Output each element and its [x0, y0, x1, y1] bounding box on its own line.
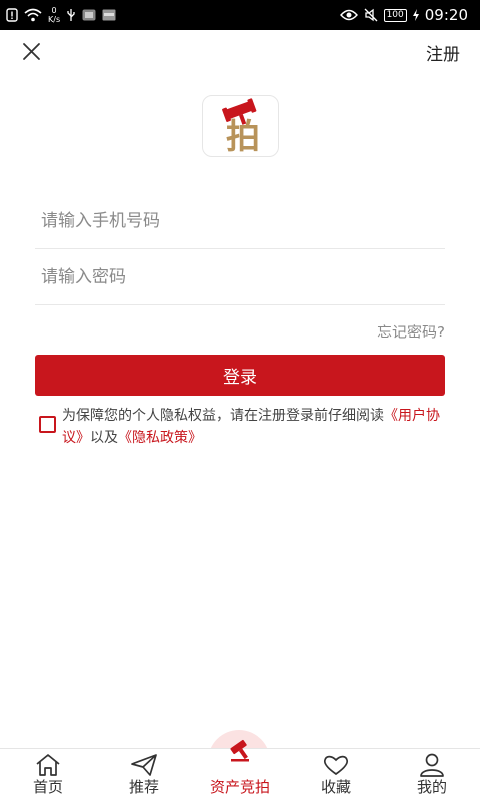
tab-home-label: 首页 [32, 778, 63, 796]
image-notification-icon [102, 9, 116, 21]
status-left: 0 K/s [6, 0, 116, 30]
alert-icon [6, 8, 18, 22]
app-notification-icon [82, 9, 96, 21]
tab-recommend-label: 推荐 [128, 778, 159, 796]
login-button[interactable]: 登录 [35, 355, 445, 396]
logo-text: 拍 [226, 117, 260, 157]
bottom-tab-bar: 首页 推荐 资产竞拍 收藏 我的 [0, 739, 480, 800]
status-right: 100 09:20 [339, 0, 468, 30]
tab-favorites-label: 收藏 [320, 778, 351, 796]
speed-value: 0 [51, 6, 57, 15]
login-screen: 0 K/s 100 09:20 注册 拍 请输入手机号码 忘记密码? 登录 为保… [0, 0, 480, 800]
agreement-text: 为保障您的个人隐私权益，请在注册登录前仔细阅读《用户协议》以及《隐私政策》 [62, 405, 452, 449]
clock: 09:20 [424, 6, 468, 24]
mute-icon [364, 8, 378, 22]
password-input[interactable] [35, 249, 445, 304]
speed-unit: K/s [48, 15, 61, 24]
register-button[interactable]: 注册 [426, 40, 460, 65]
charging-icon [412, 9, 419, 21]
tab-mine[interactable]: 我的 [384, 749, 480, 800]
gavel-logo-icon: 拍 [222, 98, 260, 157]
usb-icon [67, 9, 75, 21]
password-field-row [35, 249, 445, 305]
home-icon [36, 754, 60, 776]
network-speed: 0 K/s [48, 6, 60, 24]
tab-home[interactable]: 首页 [0, 749, 96, 800]
app-logo: 拍 [202, 95, 279, 157]
privacy-policy-link[interactable]: 《隐私政策》 [118, 430, 202, 446]
eye-comfort-icon [339, 9, 358, 21]
wifi-icon [24, 8, 42, 22]
agreement-checkbox[interactable] [39, 416, 56, 433]
forgot-password-link[interactable]: 忘记密码? [377, 321, 445, 342]
heart-icon [323, 755, 349, 776]
agreement-and: 以及 [90, 430, 118, 446]
agreement-prefix: 为保障您的个人隐私权益，请在注册登录前仔细阅读 [62, 408, 384, 424]
status-bar: 0 K/s 100 09:20 [0, 0, 480, 30]
user-icon [420, 753, 444, 777]
close-icon[interactable] [18, 38, 46, 66]
phone-input[interactable] [35, 193, 445, 248]
tab-mine-label: 我的 [416, 778, 447, 796]
tab-favorites[interactable]: 收藏 [288, 749, 384, 800]
phone-field-row [35, 193, 445, 249]
paper-plane-icon [131, 754, 157, 776]
gavel-icon [230, 739, 249, 762]
tab-asset-auction[interactable]: 资产竞拍 [192, 739, 288, 800]
tab-asset-auction-label: 资产竞拍 [209, 778, 270, 796]
tab-recommend[interactable]: 推荐 [96, 749, 192, 800]
battery-indicator: 100 [383, 8, 407, 22]
